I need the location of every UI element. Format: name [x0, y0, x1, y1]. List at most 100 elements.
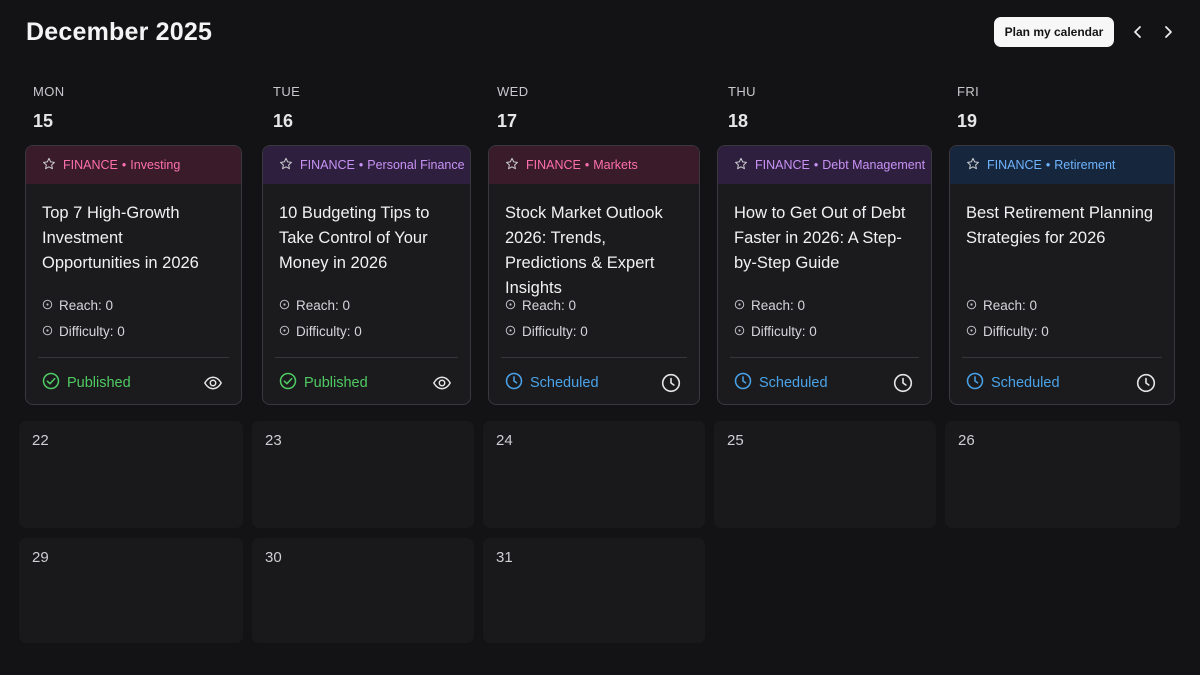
difficulty-label: Difficulty: 0: [983, 323, 1049, 339]
check-circle-icon: [42, 372, 67, 394]
clock-icon: [505, 372, 530, 394]
post-title: Stock Market Outlook 2026: Trends, Predi…: [505, 204, 663, 297]
day-header: MON 15: [33, 84, 65, 132]
post-card[interactable]: FINANCE • Markets Stock Market Outlook 2026…: [488, 145, 700, 405]
card-footer: Scheduled: [950, 358, 1174, 404]
day-name: TUE: [273, 84, 301, 99]
target-icon: [734, 324, 751, 339]
difficulty-metric: Difficulty: 0: [718, 318, 931, 344]
status-label: Published: [304, 375, 368, 391]
subcategory-label: Personal Finance: [367, 158, 465, 172]
category-header: FINANCE • Investing: [26, 146, 241, 184]
day-number: 17: [497, 111, 518, 131]
target-icon: [279, 298, 296, 313]
day-number: 18: [728, 111, 749, 131]
schedule-time-button[interactable]: [661, 373, 681, 393]
reach-label: Reach: 0: [983, 297, 1038, 313]
post-card[interactable]: FINANCE • Investing Top 7 High-Growth Inves…: [25, 145, 242, 405]
day-number: 23: [265, 432, 282, 449]
post-title: 10 Budgeting Tips to Take Control of You…: [279, 204, 430, 272]
schedule-time-button[interactable]: [1136, 373, 1156, 393]
clock-icon: [661, 373, 681, 393]
card-footer: Scheduled: [489, 358, 699, 404]
view-post-button[interactable]: [203, 373, 223, 393]
eye-icon: [432, 373, 452, 393]
category-label: FINANCE: [300, 158, 355, 172]
day-number: 30: [265, 549, 282, 566]
calendar-day-cell[interactable]: 30: [252, 538, 474, 643]
status-label: Published: [67, 375, 131, 391]
difficulty-label: Difficulty: 0: [296, 323, 362, 339]
difficulty-label: Difficulty: 0: [59, 323, 125, 339]
target-icon: [505, 298, 522, 313]
calendar-day-cell[interactable]: 31: [483, 538, 705, 643]
day-number: 19: [957, 111, 978, 131]
clock-icon: [1136, 373, 1156, 393]
category-label: FINANCE: [526, 158, 581, 172]
day-name: MON: [33, 84, 65, 99]
subcategory-label: Debt Management: [822, 158, 926, 172]
day-number: 16: [273, 111, 294, 131]
post-card[interactable]: FINANCE • Retirement Best Retirement Planni…: [949, 145, 1175, 405]
view-post-button[interactable]: [432, 373, 452, 393]
previous-month-button[interactable]: [1128, 22, 1148, 42]
day-number: 31: [496, 549, 513, 566]
star-icon[interactable]: [279, 157, 300, 174]
day-header: TUE 16: [273, 84, 300, 132]
post-title: How to Get Out of Debt Faster in 2026: A…: [734, 204, 906, 272]
calendar-day-cell[interactable]: 24: [483, 421, 705, 528]
difficulty-label: Difficulty: 0: [751, 323, 817, 339]
day-number: 22: [32, 432, 49, 449]
status-label: Scheduled: [530, 375, 599, 391]
target-icon: [279, 324, 296, 339]
calendar-day-cell[interactable]: 29: [19, 538, 243, 643]
card-footer: Published: [26, 358, 241, 404]
category-header: FINANCE • Markets: [489, 146, 699, 184]
category-separator: •: [1045, 158, 1051, 172]
category-separator: •: [358, 158, 364, 172]
target-icon: [505, 324, 522, 339]
star-icon[interactable]: [505, 157, 526, 174]
post-title: Best Retirement Planning Strategies for …: [966, 204, 1154, 247]
calendar-day-cell[interactable]: 25: [714, 421, 936, 528]
post-card[interactable]: FINANCE • Personal Finance 10 Budgeting Tip…: [262, 145, 471, 405]
month-title: December 2025: [26, 18, 213, 46]
category-label: FINANCE: [63, 158, 118, 172]
reach-label: Reach: 0: [751, 297, 806, 313]
difficulty-metric: Difficulty: 0: [950, 318, 1174, 344]
target-icon: [966, 298, 983, 313]
next-month-button[interactable]: [1158, 22, 1178, 42]
check-circle-icon: [279, 372, 304, 394]
star-icon[interactable]: [42, 157, 63, 174]
eye-icon: [203, 373, 223, 393]
difficulty-metric: Difficulty: 0: [489, 318, 699, 344]
reach-metric: Reach: 0: [950, 292, 1174, 318]
calendar-day-cell[interactable]: 26: [945, 421, 1180, 528]
category-header: FINANCE • Retirement: [950, 146, 1174, 184]
star-icon[interactable]: [966, 157, 987, 174]
schedule-time-button[interactable]: [893, 373, 913, 393]
reach-metric: Reach: 0: [263, 292, 470, 318]
day-number: 26: [958, 432, 975, 449]
subcategory-label: Investing: [130, 158, 181, 172]
day-name: WED: [497, 84, 529, 99]
day-number: 29: [32, 549, 49, 566]
clock-icon: [966, 372, 991, 394]
post-card[interactable]: FINANCE • Debt Management How to Get Out of…: [717, 145, 932, 405]
chevron-left-icon: [1134, 26, 1141, 38]
day-number: 25: [727, 432, 744, 449]
calendar-day-cell[interactable]: 23: [252, 421, 474, 528]
clock-icon: [893, 373, 913, 393]
calendar-day-cell[interactable]: 22: [19, 421, 243, 528]
clock-icon: [734, 372, 759, 394]
category-label: FINANCE: [755, 158, 810, 172]
day-header: FRI 19: [957, 84, 979, 132]
target-icon: [966, 324, 983, 339]
status-badge: Scheduled: [505, 372, 599, 394]
status-badge: Published: [279, 372, 368, 394]
calendar-page: December 2025 Plan my calendar MON 15 TU…: [0, 0, 1200, 675]
chevron-right-icon: [1165, 26, 1172, 38]
day-number: 15: [33, 111, 54, 131]
star-icon[interactable]: [734, 157, 755, 174]
plan-my-calendar-button[interactable]: Plan my calendar: [994, 17, 1114, 47]
